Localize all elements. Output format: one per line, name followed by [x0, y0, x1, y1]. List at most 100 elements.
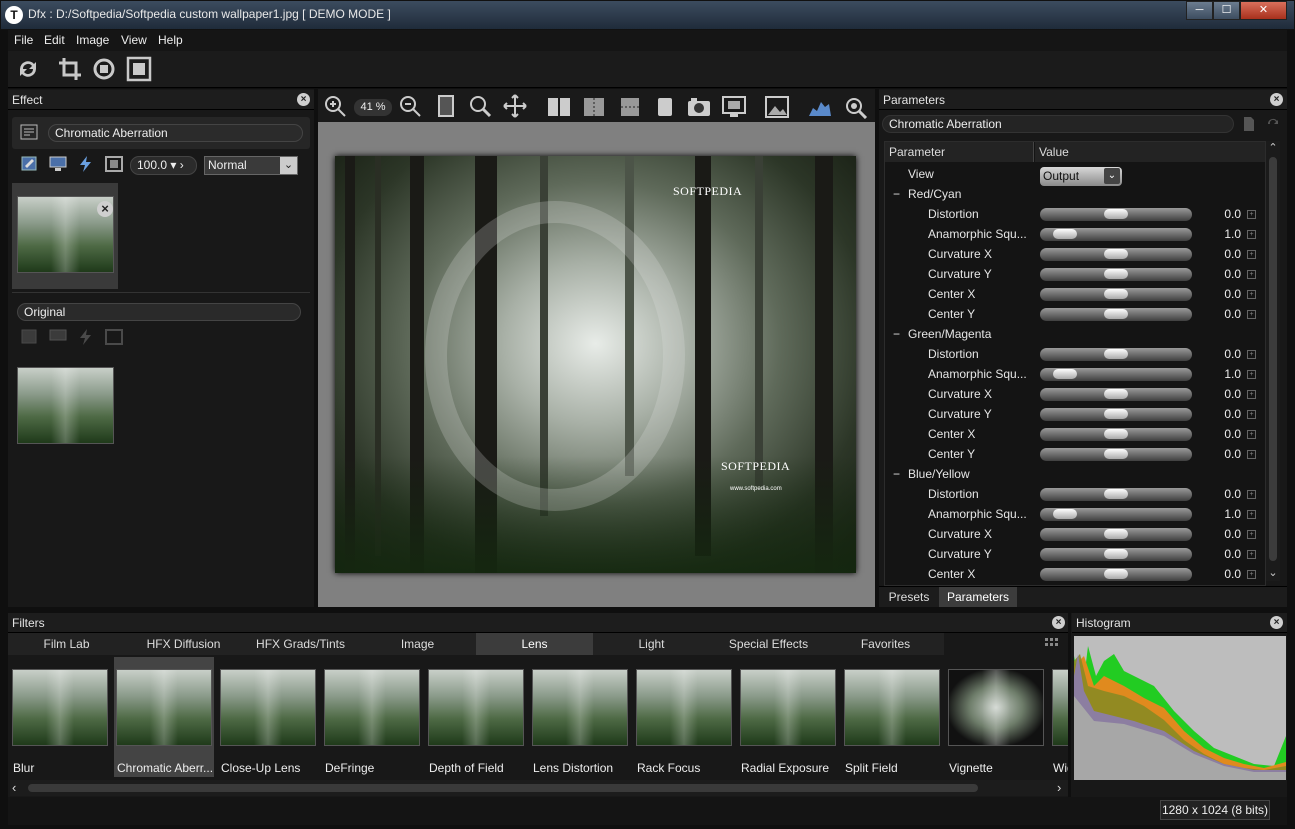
filter-tab[interactable]: Film Lab: [8, 633, 125, 655]
filter-item[interactable]: Vignette: [946, 657, 1046, 777]
reset-icon[interactable]: [1265, 116, 1281, 132]
close-window-button[interactable]: ✕: [1240, 1, 1287, 20]
param-slider[interactable]: [1040, 368, 1192, 381]
menu-edit[interactable]: Edit: [44, 33, 65, 47]
tab-parameters[interactable]: Parameters: [939, 587, 1017, 607]
param-group-row[interactable]: − Red/Cyan: [893, 184, 961, 204]
keyframe-icon[interactable]: +: [1247, 290, 1256, 299]
keyframe-icon[interactable]: +: [1247, 450, 1256, 459]
split-view-icon[interactable]: [547, 96, 571, 118]
param-slider[interactable]: [1040, 268, 1192, 281]
param-value[interactable]: 0.0: [1203, 527, 1241, 541]
slider-handle[interactable]: [1104, 449, 1128, 459]
filter-item[interactable]: Close-Up Lens: [218, 657, 318, 777]
column-header-parameter[interactable]: Parameter: [885, 142, 1034, 162]
param-slider[interactable]: [1040, 288, 1192, 301]
tab-presets[interactable]: Presets: [880, 587, 938, 607]
param-value[interactable]: 0.0: [1203, 267, 1241, 281]
param-slider[interactable]: [1040, 448, 1192, 461]
edit-icon[interactable]: [21, 156, 39, 172]
keyframe-icon[interactable]: +: [1247, 250, 1256, 259]
param-value[interactable]: 1.0: [1203, 367, 1241, 381]
keyframe-icon[interactable]: +: [1247, 370, 1256, 379]
menu-file[interactable]: File: [14, 33, 33, 47]
filter-tab[interactable]: Light: [593, 633, 710, 655]
slider-handle[interactable]: [1104, 289, 1128, 299]
keyframe-icon[interactable]: +: [1247, 390, 1256, 399]
remove-effect-icon[interactable]: ×: [97, 201, 113, 217]
fit-width-icon[interactable]: [434, 94, 458, 118]
param-slider[interactable]: [1040, 548, 1192, 561]
param-slider[interactable]: [1040, 308, 1192, 321]
param-value[interactable]: 0.0: [1203, 547, 1241, 561]
slider-handle[interactable]: [1104, 569, 1128, 579]
param-value[interactable]: 0.0: [1203, 567, 1241, 581]
menu-help[interactable]: Help: [158, 33, 183, 47]
menu-image[interactable]: Image: [76, 33, 109, 47]
magnifier-icon[interactable]: [843, 95, 869, 119]
minimize-button[interactable]: ─: [1186, 1, 1213, 20]
original-thumbnail[interactable]: [17, 367, 114, 444]
filter-item[interactable]: Radial Exposure: [738, 657, 838, 777]
filter-tab[interactable]: Favorites: [827, 633, 944, 655]
collapse-icon[interactable]: −: [893, 187, 900, 201]
slider-handle[interactable]: [1053, 229, 1077, 239]
keyframe-icon[interactable]: +: [1247, 350, 1256, 359]
single-view-icon[interactable]: [653, 96, 677, 118]
slider-handle[interactable]: [1104, 349, 1128, 359]
grid-view-icon[interactable]: [1044, 637, 1058, 651]
effect-name-field[interactable]: Chromatic Aberration: [48, 124, 303, 142]
zoom-out-icon[interactable]: [398, 94, 422, 118]
slider-handle[interactable]: [1104, 409, 1128, 419]
lightning-icon[interactable]: [77, 156, 95, 172]
param-value[interactable]: 1.0: [1203, 507, 1241, 521]
effect-list-icon[interactable]: [20, 123, 38, 141]
param-group-row[interactable]: − Green/Magenta: [893, 324, 991, 344]
filter-item[interactable]: DeFringe: [322, 657, 422, 777]
close-filters-panel-icon[interactable]: ×: [1052, 616, 1065, 629]
close-histogram-panel-icon[interactable]: ×: [1270, 616, 1283, 629]
param-slider[interactable]: [1040, 568, 1192, 581]
keyframe-icon[interactable]: +: [1247, 530, 1256, 539]
slider-handle[interactable]: [1104, 269, 1128, 279]
param-slider[interactable]: [1040, 488, 1192, 501]
keyframe-icon[interactable]: +: [1247, 310, 1256, 319]
fit-screen-icon[interactable]: [125, 55, 153, 83]
screen-capture-icon[interactable]: [721, 95, 747, 119]
refresh-icon[interactable]: [14, 55, 42, 83]
scroll-left-icon[interactable]: ‹: [12, 780, 16, 795]
filter-tab[interactable]: HFX Diffusion: [125, 633, 242, 655]
close-effect-panel-icon[interactable]: ×: [297, 93, 310, 106]
filter-item[interactable]: Depth of Field: [426, 657, 526, 777]
filter-item[interactable]: Blur: [10, 657, 110, 777]
monitor-icon[interactable]: [49, 156, 67, 172]
chevron-down-icon[interactable]: ⌄: [280, 157, 297, 174]
keyframe-icon[interactable]: +: [1247, 490, 1256, 499]
param-slider[interactable]: [1040, 248, 1192, 261]
filter-tab[interactable]: Image: [359, 633, 476, 655]
slider-handle[interactable]: [1104, 309, 1128, 319]
param-slider[interactable]: [1040, 408, 1192, 421]
document-icon[interactable]: [1242, 116, 1256, 132]
preview-image[interactable]: SOFTPEDIA SOFTPEDIA www.softpedia.com: [335, 156, 856, 573]
filters-scrollbar[interactable]: [10, 780, 1068, 796]
param-value[interactable]: 0.0: [1203, 407, 1241, 421]
parameters-scrollbar[interactable]: [1266, 141, 1280, 581]
keyframe-icon[interactable]: +: [1247, 510, 1256, 519]
filter-item[interactable]: Chromatic Aberr...: [114, 657, 214, 777]
slider-handle[interactable]: [1104, 389, 1128, 399]
filter-item[interactable]: Split Field: [842, 657, 942, 777]
param-value[interactable]: 0.0: [1203, 347, 1241, 361]
param-value[interactable]: 0.0: [1203, 427, 1241, 441]
param-slider[interactable]: [1040, 508, 1192, 521]
view-output-select[interactable]: Output ⌄: [1040, 167, 1122, 186]
param-value[interactable]: 0.0: [1203, 487, 1241, 501]
zoom-in-icon[interactable]: [323, 94, 347, 118]
split-horizontal-icon[interactable]: [618, 96, 642, 118]
column-header-value[interactable]: Value: [1035, 142, 1265, 162]
scroll-right-icon[interactable]: ›: [1057, 780, 1061, 795]
param-slider[interactable]: [1040, 208, 1192, 221]
crop-icon[interactable]: [56, 55, 84, 83]
slider-handle[interactable]: [1053, 509, 1077, 519]
param-value[interactable]: 0.0: [1203, 207, 1241, 221]
